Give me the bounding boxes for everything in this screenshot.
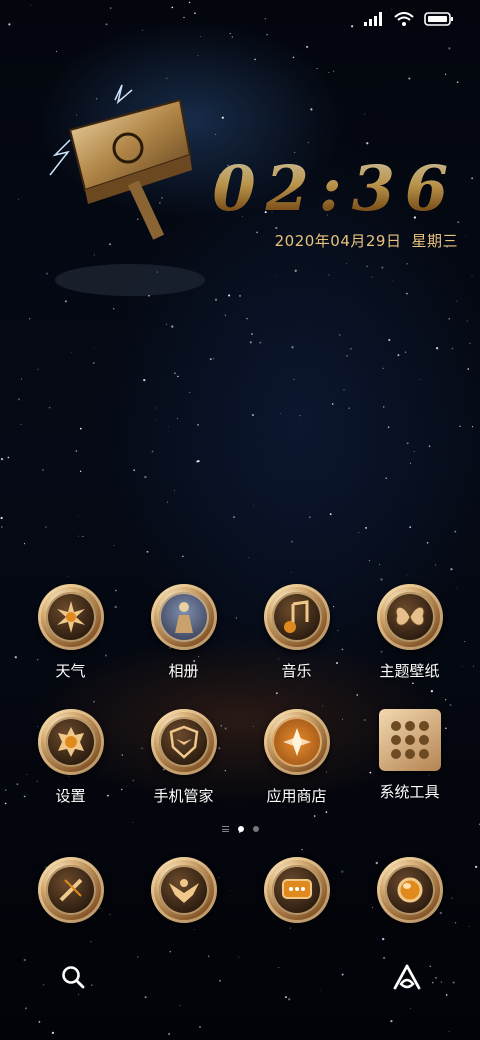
app-weather[interactable]: 天气	[14, 584, 127, 681]
app-label-store: 应用商店	[266, 787, 327, 805]
gallery-icon	[150, 584, 217, 650]
app-store[interactable]: 应用商店	[240, 709, 353, 806]
search-icon[interactable]	[60, 964, 86, 990]
app-music[interactable]: 音乐	[240, 584, 353, 681]
shield-eagle-icon	[150, 709, 217, 775]
app-gallery[interactable]: 相册	[127, 584, 240, 681]
app-label-weather: 天气	[55, 662, 86, 680]
dock-browser[interactable]	[353, 857, 466, 923]
phone-icon	[37, 857, 104, 923]
app-settings[interactable]: 设置	[14, 709, 127, 806]
weekday-text: 星期三	[411, 232, 458, 250]
wifi-icon	[394, 12, 414, 26]
app-label-phone-manager: 手机管家	[153, 787, 214, 805]
app-label-music: 音乐	[281, 662, 312, 680]
butterfly-theme-icon	[376, 584, 443, 650]
app-phone-manager[interactable]: 手机管家	[127, 709, 240, 806]
app-themes[interactable]: 主题壁纸	[353, 584, 466, 681]
page-dot-active	[237, 826, 244, 832]
app-label-settings: 设置	[55, 787, 86, 805]
settings-gear-icon	[37, 709, 104, 775]
weather-sun-icon	[37, 584, 104, 650]
dock	[14, 857, 466, 923]
contacts-eagle-icon	[150, 857, 217, 923]
system-tools-folder-icon	[378, 709, 441, 771]
app-label-themes: 主题壁纸	[379, 662, 440, 680]
home-row-1: 天气 相册 音乐 主题壁纸	[14, 584, 466, 681]
dock-phone[interactable]	[14, 857, 127, 923]
page-dot	[252, 826, 259, 832]
status-bar	[0, 0, 480, 40]
messages-icon	[263, 857, 330, 923]
app-system-tools[interactable]: 系统工具	[353, 709, 466, 806]
date-text: 2020年04月29日	[274, 232, 402, 250]
hammer-artwork	[49, 84, 205, 296]
app-store-icon	[263, 709, 330, 775]
signal-icon	[364, 12, 382, 26]
clock-time[interactable]: 02:36	[213, 152, 458, 225]
assistant-icon[interactable]	[393, 964, 421, 990]
music-note-icon	[263, 584, 330, 650]
app-label-system-tools: 系统工具	[379, 783, 440, 801]
browser-orb-icon	[376, 857, 443, 923]
battery-icon	[424, 12, 453, 26]
page-indicator-minus-one	[221, 826, 229, 832]
clock-date[interactable]: 2020年04月29日 星期三	[275, 230, 458, 251]
page-indicator[interactable]	[0, 826, 480, 832]
dock-contacts[interactable]	[127, 857, 240, 923]
home-row-2: 设置 手机管家 应用商店 系统工具	[14, 709, 466, 806]
app-label-gallery: 相册	[168, 662, 199, 680]
dock-messages[interactable]	[240, 857, 353, 923]
bottom-bar	[0, 960, 480, 996]
